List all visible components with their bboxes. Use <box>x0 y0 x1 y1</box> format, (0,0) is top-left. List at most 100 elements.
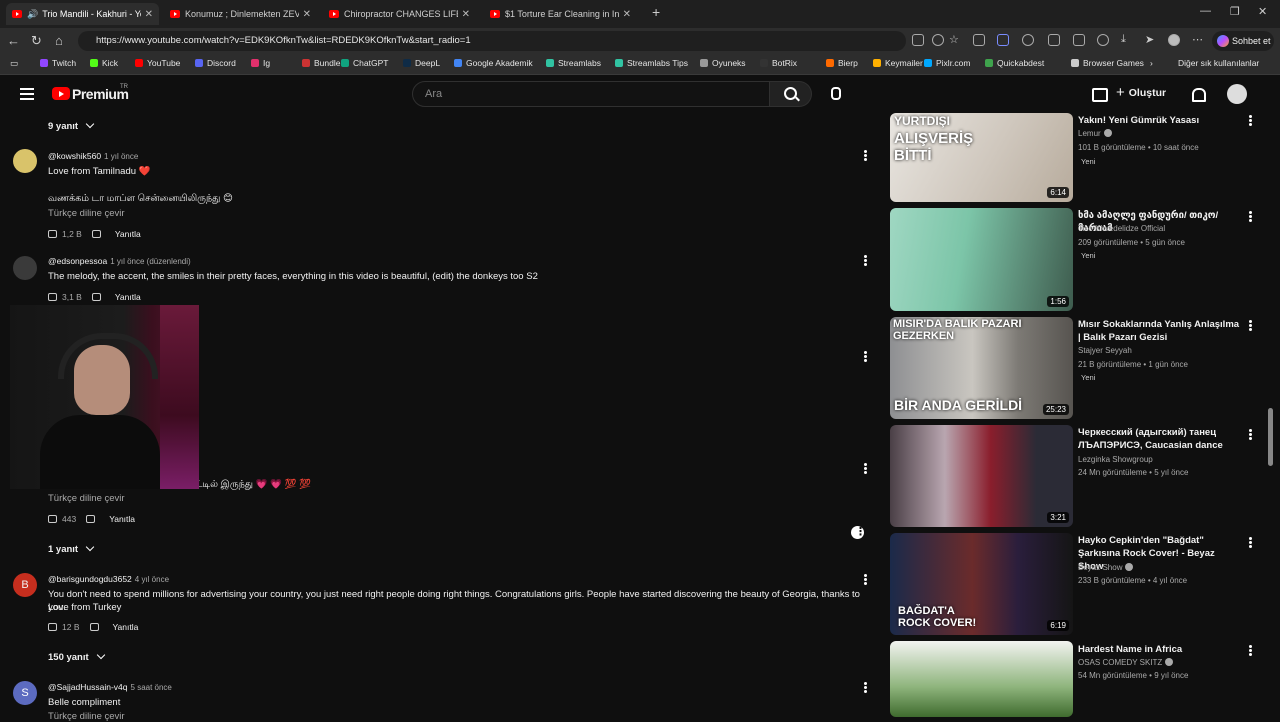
bookmark-item[interactable]: Bundle <box>302 58 340 68</box>
channel-name[interactable]: Beyaz Show <box>1078 563 1134 572</box>
profile-icon[interactable] <box>1168 34 1180 46</box>
translate-link[interactable]: Türkçe diline çevir <box>48 493 125 504</box>
video-thumbnail[interactable]: 1:56 <box>890 208 1073 311</box>
bookmark-item[interactable]: Kick <box>90 58 118 68</box>
dislike-icon[interactable] <box>86 515 96 523</box>
bookmark-item[interactable]: Bierp <box>826 58 858 68</box>
comment-time[interactable]: 1 yıl önce (düzenlendi) <box>110 257 191 266</box>
avatar[interactable] <box>13 256 37 280</box>
channel-name[interactable]: OSAS COMEDY SKITZ <box>1078 658 1174 667</box>
tracking-icon[interactable] <box>932 34 944 46</box>
video-menu-icon[interactable] <box>1249 320 1252 323</box>
video-menu-icon[interactable] <box>1249 537 1252 540</box>
comment-author[interactable]: @edsonpessoa 1 yıl önce (düzenlendi) <box>48 256 191 266</box>
comment-menu-icon[interactable] <box>864 682 867 685</box>
comment-menu-icon[interactable] <box>864 351 867 354</box>
bookmark-item[interactable]: Streamlabs Tips <box>615 58 688 68</box>
like-icon[interactable] <box>48 623 57 631</box>
bookmark-item[interactable]: Ig <box>251 58 270 68</box>
split-screen-icon[interactable] <box>1048 34 1060 46</box>
url-field[interactable]: https://www.youtube.com/watch?v=EDK9KOfk… <box>78 31 906 51</box>
menu-icon[interactable] <box>20 88 34 90</box>
video-thumbnail[interactable]: YURTDIŞI ALIŞVERİŞ BİTTİ 6:14 <box>890 113 1073 202</box>
youtube-logo-icon[interactable] <box>52 87 70 100</box>
close-tab-icon[interactable]: ✕ <box>145 9 153 20</box>
home-icon[interactable]: ⌂ <box>55 33 63 48</box>
video-title[interactable]: Черкесский (адыгский) танец ЛЪАПЭРИСЭ, C… <box>1078 426 1242 452</box>
comment-menu-icon[interactable] <box>864 255 867 258</box>
microphone-icon[interactable] <box>831 87 841 100</box>
video-title[interactable]: Hardest Name in Africa <box>1078 643 1242 656</box>
author-handle[interactable]: @SajjadHussain-v4q <box>48 682 128 692</box>
extension-icon[interactable] <box>997 34 1009 46</box>
close-window-icon[interactable]: ✕ <box>1258 5 1267 18</box>
comment-author[interactable]: @kowshik560 1 yıl önce <box>48 151 138 161</box>
author-handle[interactable]: @kowshik560 <box>48 151 101 161</box>
dislike-icon[interactable] <box>91 230 101 238</box>
comment-menu-icon[interactable] <box>864 150 867 153</box>
dislike-icon[interactable] <box>89 623 99 631</box>
bookmark-item[interactable]: DeepL <box>403 58 440 68</box>
translate-link[interactable]: Türkçe diline çevir <box>48 208 125 219</box>
translate-link[interactable]: Türkçe diline çevir <box>48 711 125 722</box>
bookmark-item[interactable]: Keymailer <box>873 58 923 68</box>
share-icon[interactable]: ➤ <box>1145 33 1154 46</box>
extensions-puzzle-icon[interactable] <box>1022 34 1034 46</box>
view-replies-toggle[interactable]: 1 yanıt <box>48 542 95 555</box>
like-icon[interactable] <box>48 230 57 238</box>
reply-button[interactable]: Yanıtla <box>109 514 135 524</box>
comment-menu-icon[interactable] <box>864 463 867 466</box>
favorite-star-icon[interactable]: ☆ <box>949 33 959 46</box>
other-bookmarks-folder[interactable]: Diğer sık kullanılanlar <box>1178 58 1259 68</box>
refresh-icon[interactable]: ↻ <box>31 33 42 49</box>
bookmark-item[interactable]: BotRix <box>760 58 797 68</box>
bookmark-item[interactable]: ChatGPT <box>341 58 388 68</box>
scrollbar-thumb[interactable] <box>1268 408 1273 466</box>
video-menu-icon[interactable] <box>1249 211 1252 214</box>
bookmark-item[interactable]: YouTube <box>135 58 180 68</box>
avatar[interactable] <box>13 149 37 173</box>
video-menu-icon[interactable] <box>1249 115 1252 118</box>
video-title[interactable]: Yakın! Yeni Gümrük Yasası <box>1078 114 1242 127</box>
video-thumbnail[interactable]: BAĞDAT'A ROCK COVER! 6:19 <box>890 533 1073 635</box>
browser-tab[interactable]: Konumuz ; Dinlemekten ZEVK Alıp ✕ <box>164 3 317 25</box>
create-button[interactable]: + Oluştur <box>1116 84 1166 101</box>
reply-button[interactable]: Yanıtla <box>115 292 141 302</box>
bookmark-item[interactable]: Google Akademik <box>454 58 533 68</box>
maximize-icon[interactable]: ❐ <box>1230 5 1240 18</box>
download-icon[interactable]: ⤓ <box>1121 33 1126 46</box>
screen-icon[interactable] <box>912 34 924 46</box>
avatar[interactable]: B <box>13 573 37 597</box>
channel-label[interactable]: OSAS COMEDY SKITZ <box>1078 658 1162 667</box>
new-tab-button[interactable]: + <box>652 4 660 20</box>
search-input[interactable]: Ara <box>412 81 770 107</box>
channel-name[interactable]: Lemur <box>1078 129 1112 138</box>
video-thumbnail[interactable]: 3:21 <box>890 425 1073 527</box>
reply-button[interactable]: Yanıtla <box>115 229 141 239</box>
view-replies-toggle[interactable]: 150 yanıt <box>48 650 105 663</box>
video-menu-icon[interactable] <box>1249 429 1252 432</box>
more-options-icon[interactable]: ⋯ <box>1192 33 1203 46</box>
bookmark-item[interactable]: Streamlabs <box>546 58 601 68</box>
browser-tab[interactable]: Chiropractor CHANGES LIFE for TE ✕ <box>323 3 476 25</box>
bookmark-item[interactable]: Pixlr.com <box>924 58 970 68</box>
avatar[interactable]: S <box>13 681 37 705</box>
video-title[interactable]: Mısır Sokaklarında Yanlış Anlaşılma | Ba… <box>1078 318 1242 344</box>
account-avatar[interactable] <box>1227 84 1247 104</box>
minimize-icon[interactable]: — <box>1200 5 1211 17</box>
search-button[interactable] <box>770 81 812 107</box>
browser-tab[interactable]: $1 Torture Ear Cleaning in India ✕ <box>484 3 637 25</box>
extension-icon[interactable] <box>973 34 985 46</box>
channel-name[interactable]: Tiko Khvedelidze Official <box>1078 224 1165 233</box>
bookmark-item[interactable]: Twitch <box>40 58 76 68</box>
video-thumbnail[interactable]: MISIR'DA BALIK PAZARI GEZERKEN BİR ANDA … <box>890 317 1073 419</box>
video-thumbnail[interactable] <box>890 641 1073 717</box>
create-video-icon[interactable] <box>1092 88 1108 102</box>
reply-button[interactable]: Yanıtla <box>113 622 139 632</box>
channel-name[interactable]: Lezginka Showgroup <box>1078 455 1153 464</box>
bookmark-item[interactable]: Browser Games <box>1071 58 1144 68</box>
comment-time[interactable]: 5 saat önce <box>131 683 172 692</box>
bookmark-item[interactable]: Quickabdest <box>985 58 1044 68</box>
notifications-bell-icon[interactable] <box>1192 88 1206 102</box>
close-tab-icon[interactable]: ✕ <box>303 9 311 20</box>
